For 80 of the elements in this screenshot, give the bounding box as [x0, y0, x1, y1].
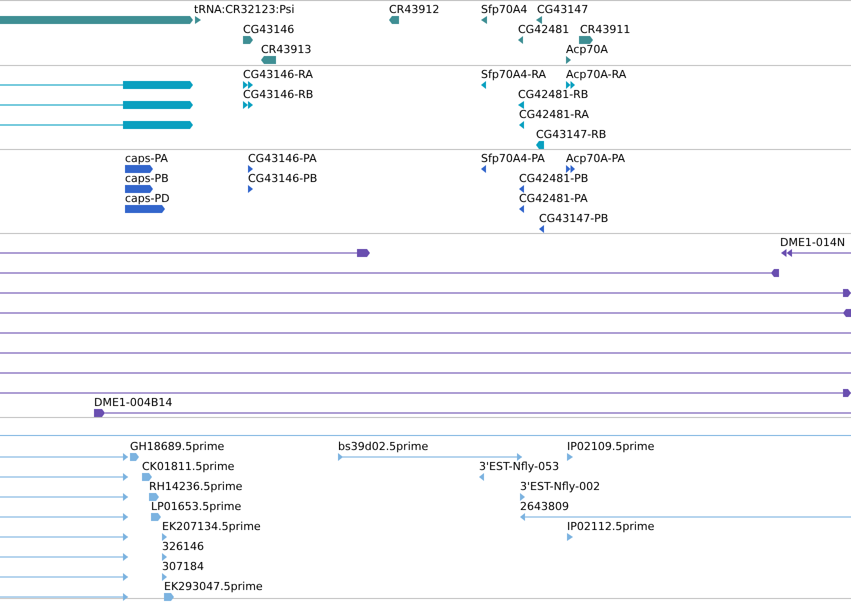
feature-label: CG43146-RA: [243, 69, 313, 81]
feature-label: 307184: [162, 561, 204, 573]
feature-label: tRNA:CR32123:Psi: [194, 4, 294, 16]
feature-glyph: [539, 225, 544, 233]
feature-glyph: [248, 165, 253, 173]
feature-glyph: [243, 81, 253, 89]
feature-glyph: [125, 165, 153, 173]
feature-label: CG42481: [518, 24, 570, 36]
feature-glyph: [389, 16, 399, 24]
feature-glyph: [567, 533, 573, 541]
feature-label: CG43146: [243, 24, 294, 36]
feature-label: 326146: [162, 541, 204, 553]
feature-label: LP01653.5prime: [151, 501, 242, 513]
feature-label: caps-PD: [125, 193, 170, 205]
feature-glyph: [566, 56, 571, 64]
feature-glyph: [519, 185, 524, 193]
feature-glyph: [781, 249, 851, 257]
feature-glyph: [519, 205, 524, 213]
feature-glyph: [536, 16, 542, 24]
feature-label: IP02112.5prime: [567, 521, 654, 533]
feature-label: Acp70A: [566, 44, 608, 56]
feature-label: CG43147: [537, 4, 588, 16]
feature-glyph: [195, 16, 201, 24]
feature-glyph: [125, 205, 165, 213]
feature-glyph: [519, 121, 524, 129]
feature-label: Acp70A-PA: [566, 153, 626, 165]
feature-label: Sfp70A4-RA: [481, 69, 546, 81]
feature-glyph: [162, 553, 167, 561]
feature-label: CK01811.5prime: [142, 461, 234, 473]
feature-label: CG43146-PB: [248, 173, 318, 185]
feature-label: Sfp70A4-PA: [481, 153, 545, 165]
feature-label: CR43913: [261, 44, 312, 56]
feature-glyph: [162, 573, 167, 581]
feature-glyph: [125, 185, 153, 193]
feature-label: CG43146-RB: [243, 89, 314, 101]
feature-label: CG43147-RB: [536, 129, 606, 141]
feature-glyph: [248, 185, 253, 193]
feature-label: Acp70A-RA: [566, 69, 626, 81]
feature-glyph: [518, 101, 524, 109]
feature-label: IP02109.5prime: [567, 441, 654, 453]
feature-label: CR43912: [389, 4, 440, 16]
feature-glyph: [243, 101, 253, 109]
feature-glyph: [243, 36, 253, 44]
feature-glyph: [481, 81, 486, 89]
feature-label: CG43146-PA: [248, 153, 317, 165]
feature-label: EK293047.5prime: [164, 581, 263, 593]
feature-glyph: [567, 453, 573, 461]
feature-glyph: [479, 473, 484, 481]
feature-label: caps-PB: [125, 173, 169, 185]
feature-glyph: [566, 165, 575, 173]
feature-glyph: [481, 165, 486, 173]
feature-label: 2643809: [520, 501, 569, 513]
feature-label: EK207134.5prime: [162, 521, 261, 533]
feature-label: GH18689.5prime: [130, 441, 224, 453]
feature-glyph: [536, 141, 544, 149]
feature-glyph: [130, 453, 139, 461]
feature-glyph: [261, 56, 276, 64]
feature-glyph: [481, 16, 487, 24]
feature-glyph: [162, 533, 167, 541]
feature-glyph: [566, 81, 575, 89]
feature-label: CG42481-RB: [518, 89, 588, 101]
feature-label: caps-PA: [125, 153, 168, 165]
feature-label: CR43911: [580, 24, 630, 36]
feature-label: CG42481-PA: [519, 193, 588, 205]
feature-label: DME1-004B14: [94, 397, 172, 409]
feature-label: 3'EST-Nfly-053: [479, 461, 560, 473]
feature-label: Sfp70A4: [481, 4, 528, 16]
feature-label: 3'EST-Nfly-002: [520, 481, 600, 493]
feature-label: DME1-014N: [780, 237, 846, 249]
feature-label: bs39d02.5prime: [338, 441, 428, 453]
feature-glyph: [520, 493, 525, 501]
feature-glyph: [579, 36, 593, 44]
feature-glyph: [518, 36, 523, 44]
feature-label: CG42481-PB: [519, 173, 588, 185]
feature-glyph: [151, 513, 161, 521]
feature-label: CG42481-RA: [519, 109, 589, 121]
feature-glyph: [142, 473, 152, 481]
feature-label: RH14236.5prime: [149, 481, 242, 493]
feature-glyph: [149, 493, 159, 501]
feature-label: CG43147-PB: [539, 213, 608, 225]
